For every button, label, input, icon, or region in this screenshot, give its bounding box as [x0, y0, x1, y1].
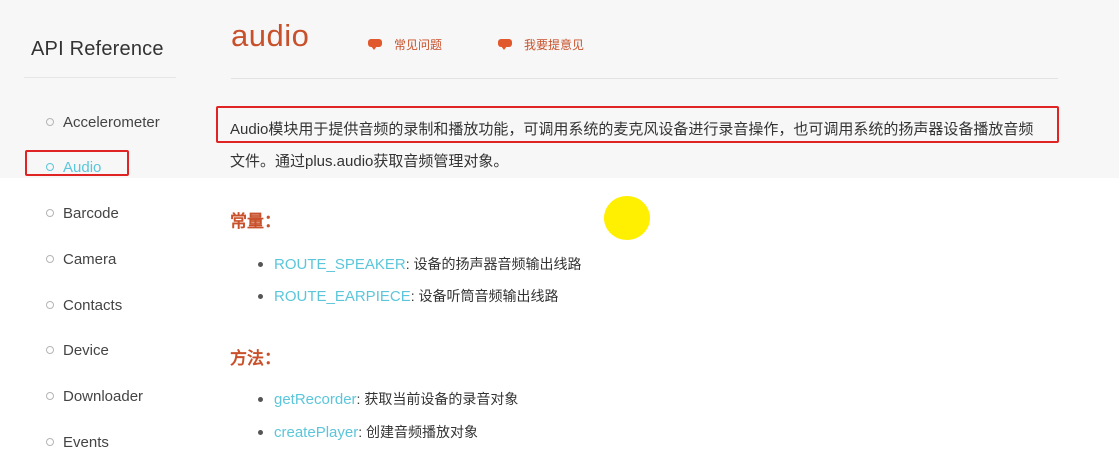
- list-item: ROUTE_SPEAKER : 设备的扬声器音频输出线路: [258, 254, 582, 274]
- list-item: getRecorder : 获取当前设备的录音对象: [258, 389, 518, 409]
- sidebar: API Reference Accelerometer Audio Barcod…: [0, 0, 200, 471]
- list-item: ROUTE_EARPIECE : 设备听筒音频输出线路: [258, 286, 558, 306]
- bullet-icon: [46, 209, 54, 217]
- item-description: : 设备听筒音频输出线路: [410, 288, 559, 304]
- methods-heading: 方法：: [230, 349, 281, 368]
- bullet-icon: [46, 255, 54, 263]
- faq-link[interactable]: 常见问题: [368, 36, 442, 53]
- feedback-link-label: 我要提意见: [524, 38, 585, 52]
- comment-icon: [368, 39, 382, 50]
- item-description: : 创建音频播放对象: [358, 424, 478, 440]
- route-earpiece-link[interactable]: ROUTE_EARPIECE: [274, 288, 411, 305]
- annotation-box-audio: [25, 150, 129, 176]
- bullet-icon: [46, 301, 54, 309]
- sidebar-item-barcode[interactable]: Barcode: [46, 202, 119, 224]
- create-player-link[interactable]: createPlayer: [274, 424, 358, 441]
- route-speaker-link[interactable]: ROUTE_SPEAKER: [274, 256, 406, 273]
- sidebar-item-label: Downloader: [63, 387, 144, 405]
- bullet-icon: [46, 346, 54, 354]
- annotation-box-description: [216, 106, 1059, 143]
- sidebar-item-label: Events: [63, 433, 109, 451]
- bullet-icon: [258, 293, 263, 299]
- sidebar-item-label: Barcode: [63, 204, 119, 222]
- get-recorder-link[interactable]: getRecorder: [274, 391, 357, 408]
- sidebar-item-label: Device: [63, 341, 109, 359]
- list-item: createPlayer : 创建音频播放对象: [258, 422, 478, 442]
- sidebar-item-events[interactable]: Events: [46, 431, 109, 453]
- sidebar-item-camera[interactable]: Camera: [46, 248, 116, 270]
- cursor-highlight: [604, 196, 650, 240]
- sidebar-item-label: Camera: [63, 250, 117, 268]
- sidebar-item-downloader[interactable]: Downloader: [46, 385, 143, 407]
- faq-link-label: 常见问题: [394, 38, 443, 52]
- constants-heading: 常量：: [230, 212, 281, 231]
- module-description-line2: 文件。通过plus.audio获取音频管理对象。: [230, 153, 509, 170]
- header-divider: [231, 78, 1058, 79]
- bullet-icon: [46, 118, 54, 126]
- sidebar-item-accelerometer[interactable]: Accelerometer: [46, 111, 160, 133]
- bullet-icon: [46, 438, 54, 446]
- bullet-icon: [258, 261, 263, 267]
- sidebar-item-device[interactable]: Device: [46, 339, 109, 361]
- item-description: : 设备的扬声器音频输出线路: [405, 256, 582, 272]
- feedback-link[interactable]: 我要提意见: [498, 36, 584, 53]
- bullet-icon: [258, 429, 263, 435]
- comment-icon: [498, 39, 512, 50]
- bullet-icon: [46, 392, 54, 400]
- sidebar-item-contacts[interactable]: Contacts: [46, 294, 122, 316]
- sidebar-item-label: Contacts: [63, 296, 123, 314]
- sidebar-divider: [24, 77, 176, 78]
- item-description: : 获取当前设备的录音对象: [356, 391, 519, 407]
- sidebar-title: API Reference: [31, 38, 164, 60]
- page-title: audio: [231, 18, 310, 53]
- sidebar-item-label: Accelerometer: [63, 113, 160, 131]
- bullet-icon: [258, 396, 263, 402]
